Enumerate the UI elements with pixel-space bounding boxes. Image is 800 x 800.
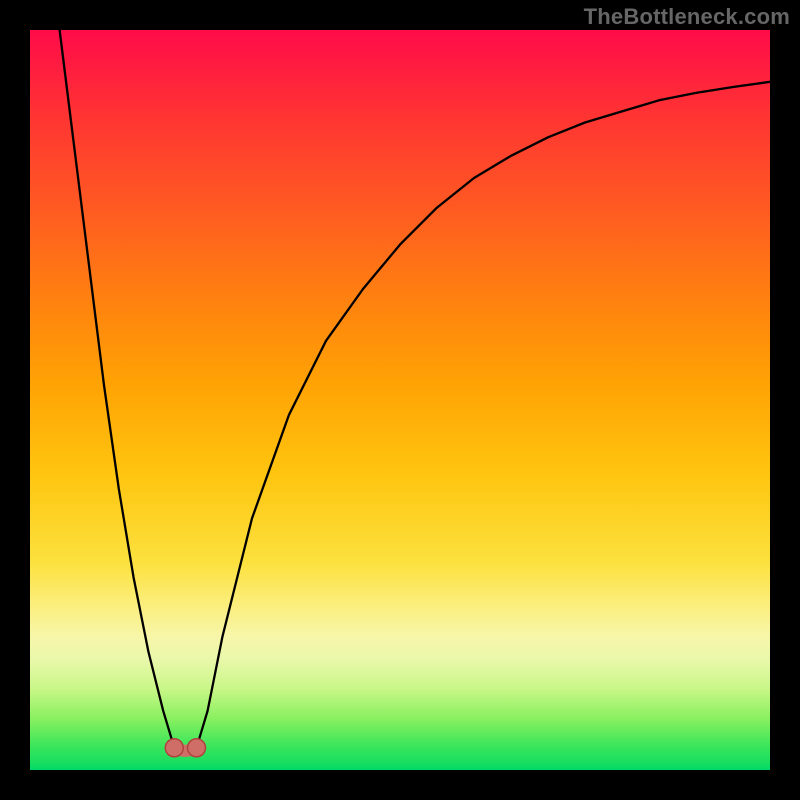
min-marker-right [188,739,206,757]
curve-right-branch [197,82,771,748]
curve-svg [30,30,770,770]
min-marker-left [165,739,183,757]
curve-group [60,30,770,748]
min-marker-group [165,739,205,757]
plot-area [30,30,770,770]
chart-frame: TheBottleneck.com [0,0,800,800]
attribution-label: TheBottleneck.com [584,4,790,30]
curve-left-branch [60,30,175,748]
